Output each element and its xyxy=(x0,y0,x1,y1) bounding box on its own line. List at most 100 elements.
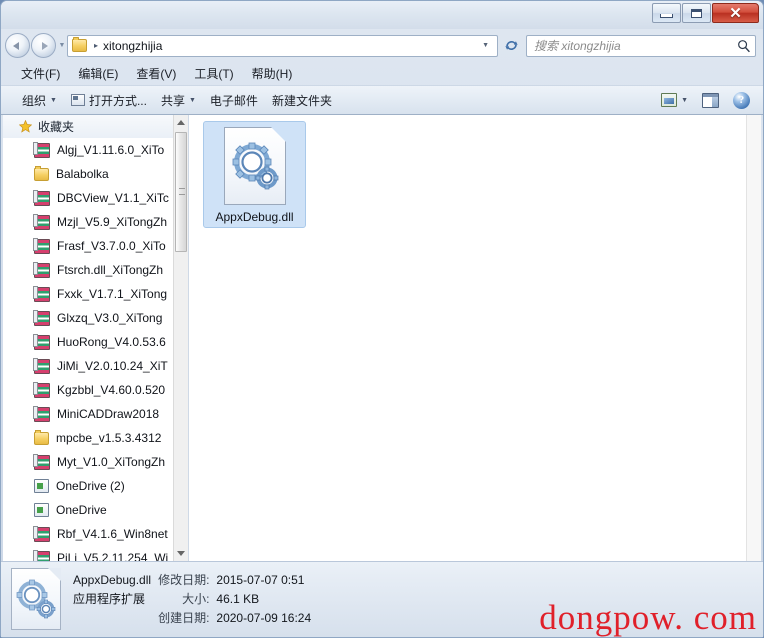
preview-pane-button[interactable] xyxy=(695,90,726,111)
toolbar: 组织 ▼ 打开方式... 共享 ▼ 电子邮件 新建文件夹 ▼ ? xyxy=(1,85,763,115)
archive-icon xyxy=(33,237,50,254)
sidebar-item-label: Kgzbbl_V4.60.0.520 xyxy=(57,383,166,397)
navigation-pane-list: 收藏夹 Algj_V1.11.6.0_XiTo Balabolka DBCVie… xyxy=(3,115,173,561)
search-input[interactable]: 搜索 xitongzhijia xyxy=(534,37,737,54)
file-list-view[interactable]: AppxDebug.dll xyxy=(189,115,761,561)
sidebar-item-label: MiniCADDraw2018 xyxy=(57,407,160,421)
preview-pane-icon xyxy=(702,92,719,108)
sidebar-item-label: Ftsrch.dll_XiTongZh xyxy=(57,263,164,277)
address-bar-row: ▼ ▸ xitongzhijia ▼ 搜索 xitongzhijia xyxy=(1,29,763,62)
sidebar-item[interactable]: Mzjl_V5.9_XiTongZh xyxy=(3,210,173,234)
refresh-button[interactable] xyxy=(500,35,522,56)
details-created-key: 创建日期: xyxy=(158,611,210,625)
archive-icon xyxy=(33,309,50,326)
sidebar-item-label: OneDrive xyxy=(56,503,107,517)
recent-pages-caret-icon[interactable]: ▼ xyxy=(57,42,67,49)
open-with-label: 打开方式... xyxy=(88,93,147,108)
star-icon xyxy=(18,119,33,133)
archive-icon xyxy=(33,357,50,374)
file-item[interactable]: AppxDebug.dll xyxy=(203,121,306,228)
menu-item-tools[interactable]: 工具(T) xyxy=(185,63,242,84)
back-button[interactable] xyxy=(5,33,30,58)
details-modified-key: 修改日期: xyxy=(158,573,210,587)
sidebar-item-label: Myt_V1.0_XiTongZh xyxy=(57,455,166,469)
close-button[interactable]: ✕ xyxy=(712,3,759,23)
sidebar-item[interactable]: Myt_V1.0_XiTongZh xyxy=(3,450,173,474)
scrollbar-thumb[interactable] xyxy=(175,132,187,252)
open-with-icon xyxy=(70,94,85,106)
sidebar-item-label: PiLi_V5.2.11.254_Wi xyxy=(57,551,169,561)
sidebar-item-label: OneDrive (2) xyxy=(56,479,125,493)
watermark: dongpow. com xyxy=(539,598,757,637)
details-file-type: 应用程序扩展 xyxy=(73,592,146,606)
search-box[interactable]: 搜索 xitongzhijia xyxy=(526,34,756,57)
email-button[interactable]: 电子邮件 xyxy=(203,89,265,112)
archive-icon xyxy=(33,453,50,470)
content-scrollbar[interactable] xyxy=(746,115,761,561)
archive-icon xyxy=(33,261,50,278)
chevron-down-icon[interactable]: ▼ xyxy=(476,42,495,49)
sidebar-scrollbar[interactable] xyxy=(173,115,188,561)
chevron-down-icon: ▼ xyxy=(681,96,688,104)
forward-button[interactable] xyxy=(31,33,56,58)
breadcrumb-path[interactable]: xitongzhijia xyxy=(103,39,476,53)
scroll-down-button[interactable] xyxy=(174,546,188,561)
sidebar-item-label: Mzjl_V5.9_XiTongZh xyxy=(57,215,168,229)
menu-item-help[interactable]: 帮助(H) xyxy=(243,63,302,84)
sidebar-item[interactable]: OneDrive xyxy=(3,498,173,522)
sidebar-item[interactable]: Kgzbbl_V4.60.0.520 xyxy=(3,378,173,402)
menu-item-view[interactable]: 查看(V) xyxy=(127,63,185,84)
address-bar[interactable]: ▸ xitongzhijia ▼ xyxy=(67,34,498,57)
sidebar-item[interactable]: JiMi_V2.0.10.24_XiT xyxy=(3,354,173,378)
favorites-header[interactable]: 收藏夹 xyxy=(3,115,173,138)
sidebar-item[interactable]: Ftsrch.dll_XiTongZh xyxy=(3,258,173,282)
organize-button[interactable]: 组织 ▼ xyxy=(15,89,64,112)
sidebar-item-label: Balabolka xyxy=(56,167,109,181)
sidebar-item[interactable]: DBCView_V1.1_XiTc xyxy=(3,186,173,210)
sidebar-item[interactable]: Rbf_V4.1.6_Win8net xyxy=(3,522,173,546)
details-file-name: AppxDebug.dll xyxy=(73,573,152,587)
onedrive-icon xyxy=(34,479,49,493)
change-view-button[interactable]: ▼ xyxy=(654,90,695,110)
maximize-icon xyxy=(691,8,702,18)
refresh-icon xyxy=(504,41,518,50)
sidebar-item-label: Glxzq_V3.0_XiTong xyxy=(57,311,163,325)
sidebar-item[interactable]: PiLi_V5.2.11.254_Wi xyxy=(3,546,173,561)
sidebar-item-label: Fxxk_V1.7.1_XiTong xyxy=(57,287,168,301)
help-icon: ? xyxy=(733,91,750,109)
share-button[interactable]: 共享 ▼ xyxy=(154,89,203,112)
sidebar-item[interactable]: Fxxk_V1.7.1_XiTong xyxy=(3,282,173,306)
scrollbar-grip-icon xyxy=(179,188,185,195)
details-size-key: 大小: xyxy=(182,592,210,606)
file-name-label: AppxDebug.dll xyxy=(215,210,294,224)
new-folder-button[interactable]: 新建文件夹 xyxy=(265,89,339,112)
sidebar-item[interactable]: Balabolka xyxy=(3,162,173,186)
sidebar-item[interactable]: Frasf_V3.7.0.0_XiTo xyxy=(3,234,173,258)
sidebar-item-label: DBCView_V1.1_XiTc xyxy=(57,191,169,205)
organize-label: 组织 xyxy=(22,93,47,108)
archive-icon xyxy=(33,213,50,230)
menu-item-file[interactable]: 文件(F) xyxy=(12,63,69,84)
sidebar-item[interactable]: mpcbe_v1.5.3.4312 xyxy=(3,426,173,450)
details-created-value: 2020-07-09 16:24 xyxy=(216,611,312,625)
sidebar-item-label: Frasf_V3.7.0.0_XiTo xyxy=(57,239,166,253)
open-with-button[interactable]: 打开方式... xyxy=(64,89,154,112)
sidebar-item[interactable]: Glxzq_V3.0_XiTong xyxy=(3,306,173,330)
maximize-button[interactable] xyxy=(682,3,711,23)
sidebar-item[interactable]: Algj_V1.11.6.0_XiTo xyxy=(3,138,173,162)
sidebar-item[interactable]: HuoRong_V4.0.53.6 xyxy=(3,330,173,354)
scroll-up-button[interactable] xyxy=(174,115,188,130)
window-controls: ✕ xyxy=(651,3,759,23)
sidebar-item[interactable]: OneDrive (2) xyxy=(3,474,173,498)
help-button[interactable]: ? xyxy=(726,89,757,112)
archive-icon xyxy=(33,549,50,561)
navigation-pane: 收藏夹 Algj_V1.11.6.0_XiTo Balabolka DBCVie… xyxy=(3,115,189,561)
minimize-button[interactable] xyxy=(652,3,681,23)
view-icon xyxy=(661,93,678,107)
sidebar-item[interactable]: MiniCADDraw2018 xyxy=(3,402,173,426)
archive-icon xyxy=(33,141,50,158)
sidebar-item-label: JiMi_V2.0.10.24_XiT xyxy=(57,359,168,373)
menu-item-edit[interactable]: 编辑(E) xyxy=(69,63,127,84)
dll-file-icon xyxy=(11,568,61,630)
minimize-icon xyxy=(660,13,673,18)
